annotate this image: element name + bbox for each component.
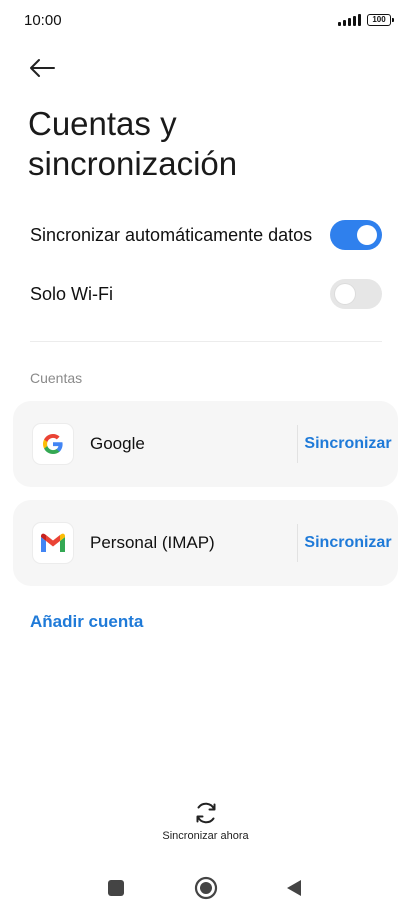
page-title: Cuentas y sincronización	[28, 105, 238, 182]
wifi-only-row[interactable]: Solo Wi-Fi	[30, 276, 382, 312]
gmail-logo-icon	[33, 523, 73, 563]
sync-now-label: Sincronizar ahora	[162, 830, 249, 842]
auto-sync-toggle[interactable]	[330, 220, 382, 250]
status-time: 10:00	[24, 12, 62, 29]
circle-icon	[194, 876, 218, 900]
battery-icon: 100	[367, 14, 394, 26]
back-nav-button[interactable]	[280, 874, 308, 902]
signal-icon	[338, 14, 361, 26]
sync-imap-button[interactable]: Sincronizar	[298, 534, 398, 552]
sync-now-button[interactable]: Sincronizar ahora	[0, 800, 411, 842]
account-card-google[interactable]: Google Sincronizar	[13, 401, 398, 487]
triangle-back-icon	[287, 880, 301, 896]
back-button[interactable]	[26, 52, 58, 84]
add-account-link[interactable]: Añadir cuenta	[30, 612, 143, 632]
recents-button[interactable]	[102, 874, 130, 902]
sync-icon	[196, 802, 215, 824]
account-name: Google	[90, 434, 145, 453]
wifi-only-toggle[interactable]	[330, 279, 382, 309]
auto-sync-row[interactable]: Sincronizar automáticamente datos	[30, 217, 382, 253]
status-icons: 100	[338, 14, 394, 26]
battery-level: 100	[372, 15, 386, 24]
google-logo-icon	[33, 424, 73, 464]
navigation-bar	[0, 874, 411, 902]
account-card-imap[interactable]: Personal (IMAP) Sincronizar	[13, 500, 398, 586]
home-button[interactable]	[192, 874, 220, 902]
divider	[30, 341, 382, 342]
accounts-section-label: Cuentas	[30, 370, 83, 386]
toggle-knob	[357, 225, 377, 245]
auto-sync-label: Sincronizar automáticamente datos	[30, 224, 313, 245]
square-icon	[108, 880, 124, 896]
account-name: Personal (IMAP)	[90, 533, 215, 552]
arrow-left-icon	[30, 59, 55, 77]
toggle-knob	[335, 284, 355, 304]
wifi-only-label: Solo Wi-Fi	[30, 283, 114, 304]
sync-google-button[interactable]: Sincronizar	[298, 435, 398, 453]
